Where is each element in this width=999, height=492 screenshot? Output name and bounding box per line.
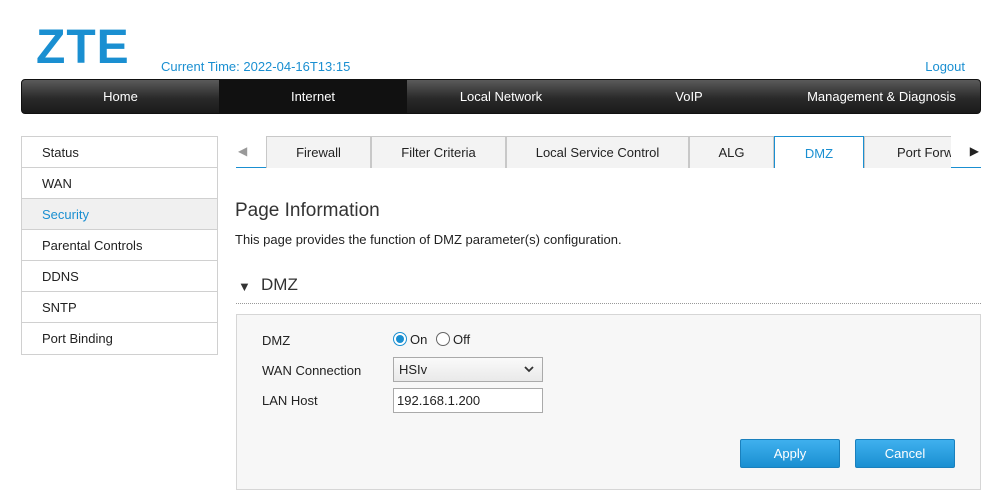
lan-host-input[interactable]: 192.168.1.200 [393, 388, 543, 413]
wan-connection-select[interactable]: HSIv [393, 357, 543, 382]
nav-item-voip[interactable]: VoIP [595, 80, 783, 113]
nav-item-management-diagnosis[interactable]: Management & Diagnosis [783, 80, 980, 113]
section-title: DMZ [261, 275, 298, 294]
chevron-down-icon [524, 366, 534, 373]
apply-button[interactable]: Apply [740, 439, 840, 468]
logout-link[interactable]: Logout [925, 59, 965, 74]
sidebar-item-ddns[interactable]: DDNS [22, 261, 217, 292]
nav-item-internet[interactable]: Internet [219, 80, 407, 113]
tab-port-forwarding[interactable]: Port Forw [864, 136, 951, 168]
wan-connection-value: HSIv [399, 362, 428, 377]
nav-item-home[interactable]: Home [22, 80, 219, 113]
lan-host-label: LAN Host [262, 393, 318, 408]
main-nav: Home Internet Local Network VoIP Managem… [21, 79, 981, 114]
triangle-down-icon: ▼ [238, 279, 251, 294]
sidebar-item-sntp[interactable]: SNTP [22, 292, 217, 323]
dmz-on-radio[interactable] [393, 332, 407, 346]
dmz-on-label: On [410, 332, 428, 347]
tab-firewall[interactable]: Firewall [266, 136, 371, 168]
triangle-left-icon[interactable]: ◀ [238, 144, 247, 158]
cancel-button[interactable]: Cancel [855, 439, 955, 468]
dmz-off-radio[interactable] [436, 332, 450, 346]
nav-item-local-network[interactable]: Local Network [407, 80, 595, 113]
sidebar-item-parental-controls[interactable]: Parental Controls [22, 230, 217, 261]
sidebar-item-status[interactable]: Status [22, 137, 217, 168]
sidebar-item-port-binding[interactable]: Port Binding [22, 323, 217, 354]
tab-filter-criteria[interactable]: Filter Criteria [371, 136, 506, 168]
dmz-form-panel: DMZ On Off WAN Connection HSIv LAN Host … [236, 314, 981, 490]
sidebar: Status WAN Security Parental Controls DD… [21, 136, 218, 355]
dmz-label: DMZ [262, 333, 291, 348]
sub-tabs: ◀ Firewall Filter Criteria Local Service… [236, 136, 981, 168]
dmz-off-label: Off [453, 332, 471, 347]
tabs-track: Firewall Filter Criteria Local Service C… [266, 136, 951, 168]
current-time: Current Time: 2022-04-16T13:15 [161, 59, 351, 74]
sidebar-item-wan[interactable]: WAN [22, 168, 217, 199]
triangle-right-icon[interactable]: ▶ [970, 144, 979, 158]
section-header-dmz[interactable]: ▼ DMZ [236, 273, 981, 304]
sidebar-item-security[interactable]: Security [22, 199, 217, 230]
tab-local-service-control[interactable]: Local Service Control [506, 136, 689, 168]
tab-alg[interactable]: ALG [689, 136, 774, 168]
zte-logo: ZTE [36, 21, 130, 74]
page-title: Page Information [235, 200, 380, 221]
wan-connection-label: WAN Connection [262, 363, 362, 378]
page-description: This page provides the function of DMZ p… [235, 232, 622, 247]
tab-dmz[interactable]: DMZ [774, 136, 864, 168]
